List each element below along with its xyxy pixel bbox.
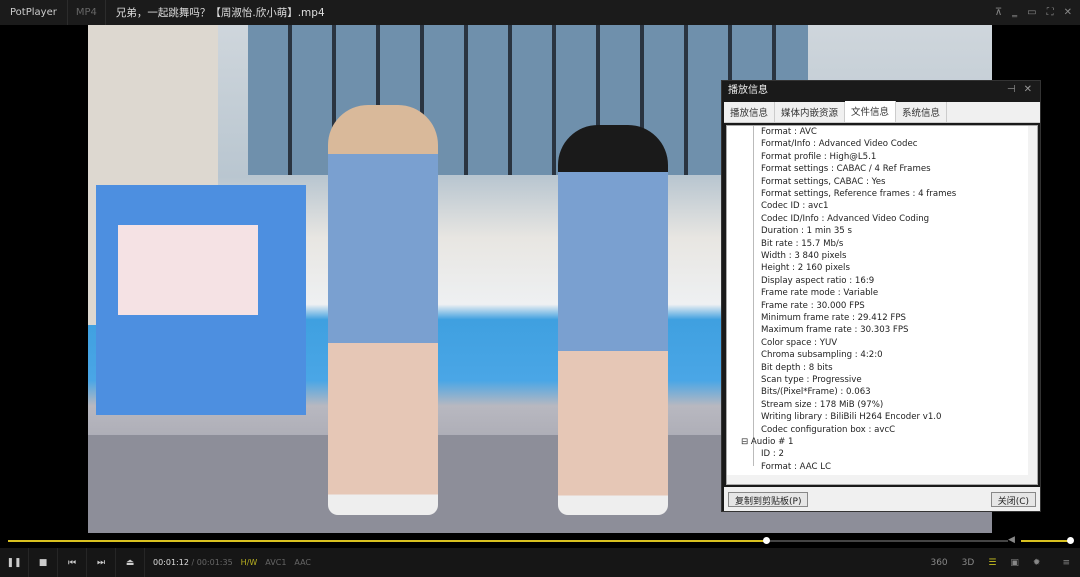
tree-item[interactable]: Stream size : 178 MiB (97%) xyxy=(761,400,883,410)
tree-item[interactable]: Bits/(Pixel*Frame) : 0.063 xyxy=(761,387,871,397)
dialog-title: 播放信息 xyxy=(728,85,768,96)
fullscreen-icon[interactable]: ⛶ xyxy=(1047,7,1054,18)
title-bar: PotPlayer MP4 兄弟，一起跳舞吗？【周淑怡.欣小萌】.mp4 ⊼ ‗… xyxy=(0,0,1080,25)
stop-button[interactable]: ■ xyxy=(29,548,58,577)
playback-info-dialog: 播放信息 ⊣ ✕ 播放信息 媒体内嵌资源 文件信息 系统信息 Format : AVC F… xyxy=(721,80,1041,512)
time-separator: / xyxy=(191,558,195,567)
stop-icon: ■ xyxy=(38,557,48,568)
3d-icon[interactable]: 3D xyxy=(962,558,975,568)
tree-item[interactable]: Codec configuration box : avcC xyxy=(761,425,895,435)
eject-icon: ⏏ xyxy=(125,557,135,568)
video-dancer-right xyxy=(558,125,668,515)
tree-item[interactable]: Scan type : Progressive xyxy=(761,375,862,385)
close-icon[interactable]: ✕ xyxy=(1024,84,1032,95)
tree-item[interactable]: Duration : 1 min 35 s xyxy=(761,226,852,236)
control-bar: ❚❚ ■ ⏮ ⏭ ⏏ 00:01:12 / 00:01:35 H/W AVC1 … xyxy=(0,548,1080,577)
tree-item[interactable]: Format/Info : Advanced Video Codec xyxy=(761,139,918,149)
tree-item[interactable]: ID : 2 xyxy=(761,449,784,459)
tree-item[interactable]: Format profile : High@L5.1 xyxy=(761,152,876,162)
tree-item[interactable]: Codec ID/Info : Advanced Video Coding xyxy=(761,214,929,224)
tree-item[interactable]: Format settings : CABAC / 4 Ref Frames xyxy=(761,164,931,174)
seek-fill xyxy=(8,540,766,542)
time-display: 00:01:12 / 00:01:35 xyxy=(153,558,233,567)
tab-0[interactable]: 播放信息 xyxy=(724,102,776,122)
tab-2[interactable]: 文件信息 xyxy=(845,101,897,122)
file-info-tree[interactable]: Format : AVC Format/Info : Advanced Video… xyxy=(726,125,1038,485)
close-icon[interactable]: ✕ xyxy=(1064,7,1072,18)
total-time: 00:01:35 xyxy=(196,558,233,567)
tree-item[interactable]: Format settings, Reference frames : 4 fr… xyxy=(761,189,956,199)
eject-button[interactable]: ⏏ xyxy=(116,548,145,577)
volume-icon[interactable]: ◀ xyxy=(1008,535,1015,545)
tree-item[interactable]: Height : 2 160 pixels xyxy=(761,263,850,273)
tree-item[interactable]: Codec ID : avc1 xyxy=(761,201,829,211)
tree-item[interactable]: Format settings, CABAC : Yes xyxy=(761,177,885,187)
dialog-tabs: 播放信息 媒体内嵌资源 文件信息 系统信息 xyxy=(724,101,1040,123)
tree-item[interactable]: Minimum frame rate : 29.412 FPS xyxy=(761,313,906,323)
gear-icon[interactable]: ✹ xyxy=(1033,558,1041,568)
file-title: 兄弟，一起跳舞吗？【周淑怡.欣小萌】.mp4 xyxy=(115,7,325,19)
current-time: 00:01:12 xyxy=(153,558,189,567)
audio-codec-badge[interactable]: AAC xyxy=(294,558,311,567)
next-icon: ⏭ xyxy=(96,557,106,568)
playlist-search-icon[interactable]: ☰ xyxy=(988,558,996,568)
tree-item[interactable]: Bit rate : 15.7 Mb/s xyxy=(761,239,843,249)
volume-slider[interactable] xyxy=(1021,537,1074,544)
format-label: MP4 xyxy=(68,0,106,25)
tree-item[interactable]: Maximum frame rate : 30.303 FPS xyxy=(761,325,909,335)
tree-item[interactable]: Format : AVC xyxy=(761,127,817,137)
pause-button[interactable]: ❚❚ xyxy=(0,548,29,577)
seek-bar[interactable] xyxy=(8,537,1008,544)
tree-item[interactable]: Display aspect ratio : 16:9 xyxy=(761,276,874,286)
maximize-icon[interactable]: ▭ xyxy=(1027,7,1036,18)
next-button[interactable]: ⏭ xyxy=(87,548,116,577)
video-mascot-face xyxy=(118,225,258,315)
tree-item[interactable]: Width : 3 840 pixels xyxy=(761,251,846,261)
close-button[interactable]: 关闭(C) xyxy=(990,492,1036,507)
previous-icon: ⏮ xyxy=(67,557,77,568)
tab-1[interactable]: 媒体内嵌资源 xyxy=(775,102,846,122)
pin-icon[interactable]: ⊣ xyxy=(1007,84,1016,95)
pin-icon[interactable]: ⊼ xyxy=(995,7,1002,18)
tab-3[interactable]: 系统信息 xyxy=(896,102,948,122)
tree-item[interactable]: Color space : YUV xyxy=(761,338,837,348)
skin-icon[interactable]: ▣ xyxy=(1010,558,1019,568)
vertical-scrollbar[interactable] xyxy=(1028,126,1037,476)
copy-to-clipboard-button[interactable]: 复制到剪贴板(P) xyxy=(728,492,809,507)
previous-button[interactable]: ⏮ xyxy=(58,548,87,577)
app-menu-button[interactable]: PotPlayer xyxy=(0,0,68,25)
pause-icon: ❚❚ xyxy=(6,557,22,568)
tree-item[interactable]: Bit depth : 8 bits xyxy=(761,363,833,373)
tree-line xyxy=(753,126,754,466)
seek-handle[interactable] xyxy=(763,537,770,544)
hw-decoder-badge[interactable]: H/W xyxy=(241,558,258,567)
volume-handle[interactable] xyxy=(1067,537,1074,544)
tree-item[interactable]: Frame rate mode : Variable xyxy=(761,288,878,298)
video-codec-badge[interactable]: AVC1 xyxy=(265,558,286,567)
tree-item[interactable]: Format : AAC LC xyxy=(761,462,831,472)
tree-item[interactable]: ⊟ Audio # 1 xyxy=(741,437,794,447)
tree-item[interactable]: Chroma subsampling : 4:2:0 xyxy=(761,350,883,360)
vr-360-icon[interactable]: 360 xyxy=(930,558,947,568)
video-dancer-left xyxy=(328,105,438,515)
tree-item[interactable]: Writing library : BiliBili H264 Encoder … xyxy=(761,412,942,422)
horizontal-scrollbar[interactable] xyxy=(727,475,1037,484)
menu-icon[interactable]: ≡ xyxy=(1062,558,1070,568)
minimize-icon[interactable]: ‗ xyxy=(1012,7,1017,18)
tree-item[interactable]: Frame rate : 30.000 FPS xyxy=(761,301,865,311)
